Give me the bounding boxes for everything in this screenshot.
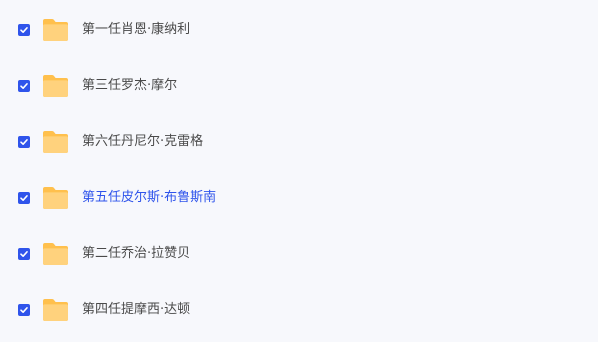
file-name[interactable]: 第一任肖恩·康纳利 xyxy=(82,21,190,39)
checkbox-checked-icon[interactable] xyxy=(18,304,30,316)
file-name[interactable]: 第二任乔治·拉赞贝 xyxy=(82,245,190,263)
checkbox-checked-icon[interactable] xyxy=(18,24,30,36)
checkbox-checked-icon[interactable] xyxy=(18,192,30,204)
file-name[interactable]: 第五任皮尔斯·布鲁斯南 xyxy=(82,189,216,207)
list-item[interactable]: 第三任罗杰·摩尔 xyxy=(0,58,598,114)
checkbox-checked-icon[interactable] xyxy=(18,136,30,148)
folder-icon xyxy=(41,73,70,99)
file-name[interactable]: 第三任罗杰·摩尔 xyxy=(82,77,177,95)
folder-icon xyxy=(41,297,70,323)
list-item[interactable]: 第六任丹尼尔·克雷格 xyxy=(0,114,598,170)
folder-icon xyxy=(41,17,70,43)
checkbox-checked-icon[interactable] xyxy=(18,248,30,260)
folder-icon xyxy=(41,185,70,211)
file-name[interactable]: 第六任丹尼尔·克雷格 xyxy=(82,133,203,151)
list-item[interactable]: 第一任肖恩·康纳利 xyxy=(0,2,598,58)
file-name[interactable]: 第四任提摩西·达顿 xyxy=(82,301,190,319)
list-item[interactable]: 第二任乔治·拉赞贝 xyxy=(0,226,598,282)
file-list-panel: 第一任肖恩·康纳利 第三任罗杰·摩尔 第六任丹尼尔·克雷格 第五任皮尔斯·布鲁斯… xyxy=(0,0,598,342)
list-item[interactable]: 第四任提摩西·达顿 xyxy=(0,282,598,338)
list-item[interactable]: 第五任皮尔斯·布鲁斯南 xyxy=(0,170,598,226)
file-list: 第一任肖恩·康纳利 第三任罗杰·摩尔 第六任丹尼尔·克雷格 第五任皮尔斯·布鲁斯… xyxy=(0,2,598,338)
folder-icon xyxy=(41,129,70,155)
checkbox-checked-icon[interactable] xyxy=(18,80,30,92)
folder-icon xyxy=(41,241,70,267)
